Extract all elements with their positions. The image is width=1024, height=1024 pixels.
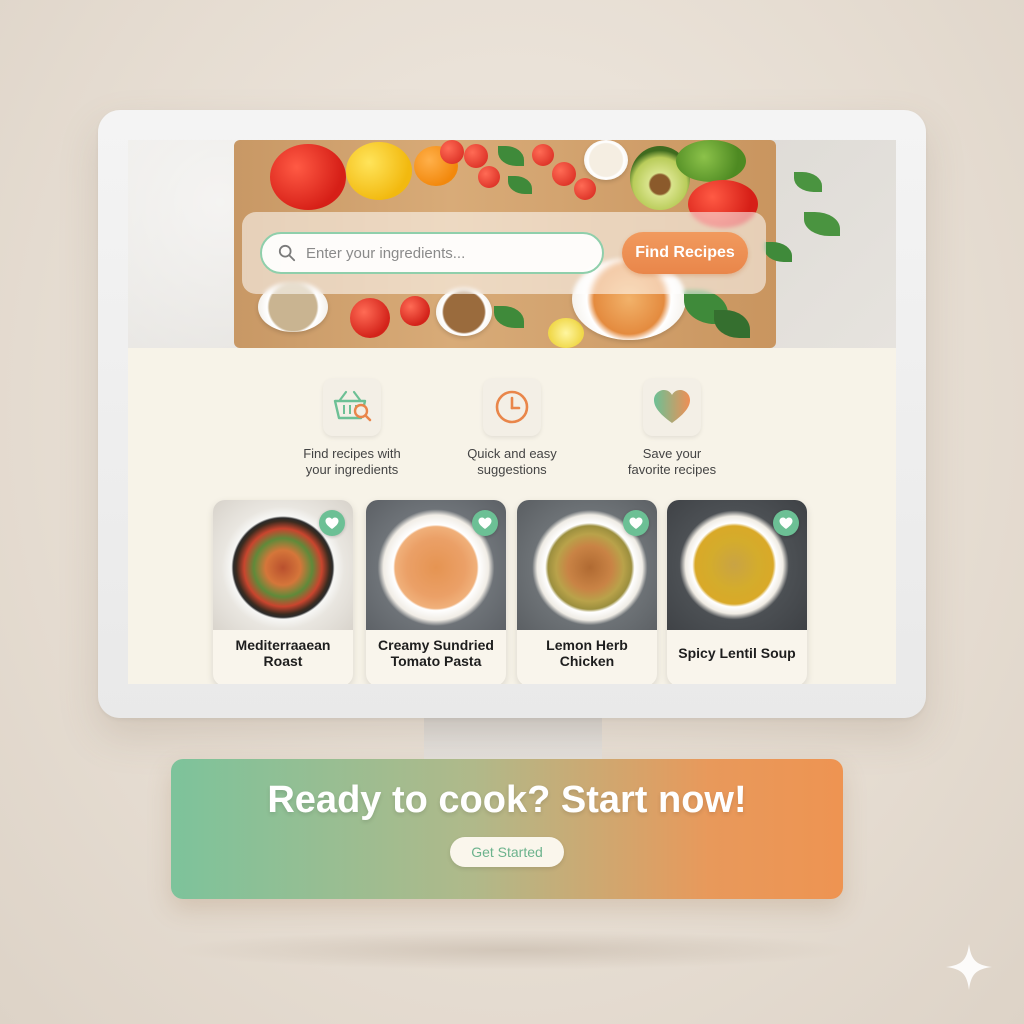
recipe-card-lemon-herb-chicken[interactable]: Lemon Herb Chicken [517,500,657,684]
recipe-title: Spicy Lentil Soup [671,630,803,676]
feature-icon-box [483,378,541,436]
feature-label-line: suggestions [477,462,547,477]
bean-bowl-image [436,288,492,336]
recipe-title-line: Chicken [559,653,615,669]
get-started-button[interactable]: Get Started [450,837,564,867]
floor-shadow [170,930,854,970]
search-icon [278,244,296,262]
feature-label: Quick and easy suggestions [442,446,582,478]
feature-icon-box [643,378,701,436]
recipe-title-line: Tomato Pasta [390,653,482,669]
feature-label-line: Quick and easy [467,446,557,461]
feature-label: Save your favorite recipes [602,446,742,478]
basil-leaf-image [804,212,840,236]
lime-image [676,140,746,182]
recipe-title-line: Lemon Herb [546,637,628,653]
feature-label-line: your ingredients [305,462,399,477]
favorite-heart-icon[interactable] [623,510,649,536]
cherry-tomato-image [574,178,596,200]
cherry-tomato-image [478,166,500,188]
recipe-title-line: Mediterraaean [235,637,331,653]
cherry-tomato-image [440,140,464,164]
clock-icon [495,390,529,424]
feature-label-line: Save your [642,446,702,461]
cherry-tomato-image [552,162,576,186]
recipe-title: Lemon Herb Chicken [521,630,653,676]
app-screen: Find Recipes Find recipes with your ingr… [128,140,896,684]
ingredients-search-input[interactable] [306,234,596,272]
feature-quick-suggestions: Quick and easy suggestions [442,378,582,478]
feature-label: Find recipes with your ingredients [282,446,422,478]
feature-label-line: favorite recipes [627,462,717,477]
search-box[interactable] [260,232,604,274]
favorite-heart-icon[interactable] [773,510,799,536]
red-pepper-image [270,144,346,210]
feature-find-recipes: Find recipes with your ingredients [282,378,422,478]
feature-icon-box [323,378,381,436]
cherry-tomato-image [464,144,488,168]
monitor-stand [424,716,602,762]
recipe-title-line: Roast [263,653,303,669]
lemon-image [548,318,584,348]
favorite-heart-icon[interactable] [319,510,345,536]
feature-label-line: Find recipes with [303,446,401,461]
recipe-title-line: Spicy Lentil Soup [678,645,796,661]
heart-icon [654,390,690,423]
favorite-heart-icon[interactable] [472,510,498,536]
cta-banner: Ready to cook? Start now! Get Started [171,759,843,899]
recipe-card-spicy-lentil-soup[interactable]: Spicy Lentil Soup [667,500,807,684]
cherry-tomato-image [532,144,554,166]
sparkle-icon [946,944,992,990]
recipe-title-line: Creamy Sundried [378,637,494,653]
yellow-pepper-image [346,142,412,200]
feature-save-favorites: Save your favorite recipes [602,378,742,478]
recipe-title: Creamy Sundried Tomato Pasta [370,630,502,676]
find-recipes-button[interactable]: Find Recipes [622,232,748,274]
basil-leaf-image [794,172,822,192]
recipe-card-mediterranean-roast[interactable]: Mediterraaean Roast [213,500,353,684]
spice-bowl-image [584,140,628,180]
basket-search-icon [333,390,372,422]
hero-banner: Find Recipes [128,140,896,348]
tomato-image [400,296,430,326]
recipe-card-tomato-pasta[interactable]: Creamy Sundried Tomato Pasta [366,500,506,684]
recipe-title: Mediterraaean Roast [217,630,349,676]
tomato-image [350,298,390,338]
cta-title: Ready to cook? Start now! [267,779,747,821]
